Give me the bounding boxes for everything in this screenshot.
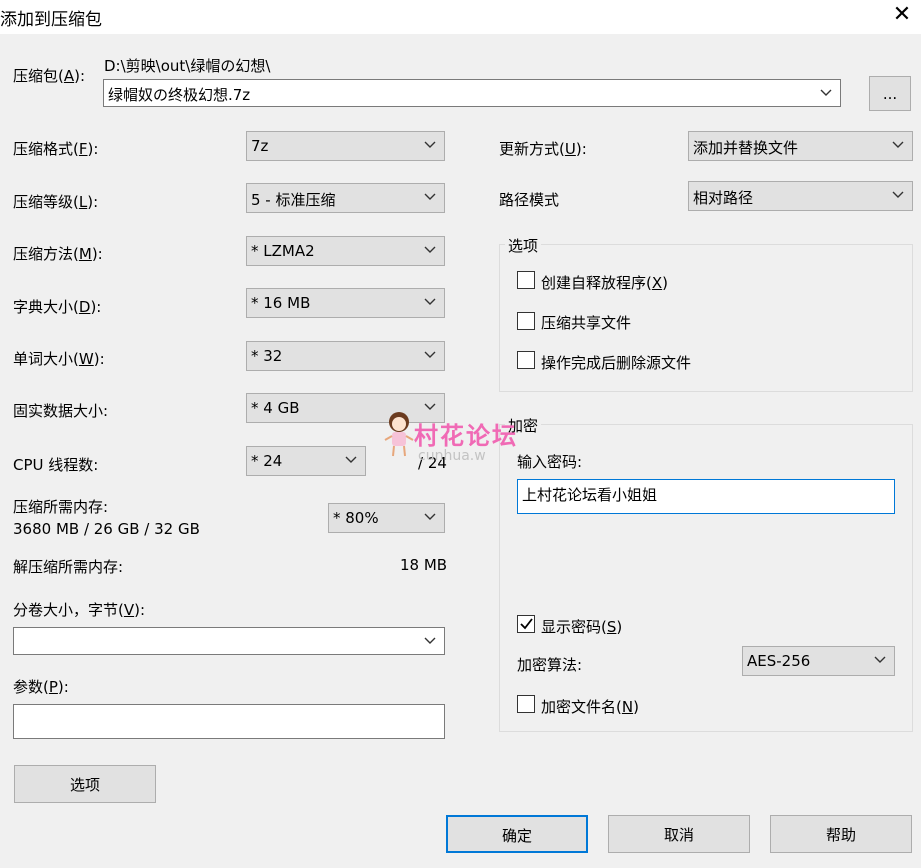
params-label: 参数(P): <box>13 678 69 696</box>
chevron-down-icon <box>423 294 437 308</box>
format-value: 7z <box>251 137 269 155</box>
cancel-button[interactable]: 取消 <box>608 815 750 853</box>
encrypt-names-checkbox[interactable] <box>517 695 535 713</box>
cpu-label: CPU 线程数: <box>13 456 99 474</box>
password-value: 上村花论坛看小姐姐 <box>522 486 658 504</box>
mem-comp-label: 压缩所需内存: <box>13 498 109 516</box>
options-button[interactable]: 选项 <box>14 765 156 803</box>
mem-decomp-value: 18 MB <box>400 556 448 574</box>
level-select[interactable]: 5 - 标准压缩 <box>246 183 445 213</box>
update-value: 添加并替换文件 <box>693 139 799 157</box>
path-mode-select[interactable]: 相对路径 <box>688 181 913 211</box>
format-label: 压缩格式(F): <box>13 140 99 158</box>
solid-label: 固实数据大小: <box>13 402 109 420</box>
cpu-value: * 24 <box>251 452 283 470</box>
volume-label: 分卷大小，字节(V): <box>13 601 146 619</box>
options-group-title: 选项 <box>505 235 542 256</box>
chevron-down-icon <box>423 137 437 151</box>
word-select[interactable]: * 32 <box>246 341 445 371</box>
show-password-checkbox[interactable] <box>517 615 535 633</box>
shared-checkbox[interactable] <box>517 312 535 330</box>
close-icon[interactable]: ✕ <box>884 0 920 32</box>
update-label: 更新方式(U): <box>499 140 587 158</box>
ok-button[interactable]: 确定 <box>446 815 588 853</box>
mem-comp-select[interactable]: * 80% <box>328 503 445 533</box>
watermark-url: cunhua.w <box>418 448 486 464</box>
sfx-checkbox[interactable] <box>517 271 535 289</box>
mem-comp-detail: 3680 MB / 26 GB / 32 GB <box>13 520 200 538</box>
title-bar: 添加到压缩包 ✕ <box>0 0 921 34</box>
method-label: 压缩方法(M): <box>13 245 103 263</box>
chevron-down-icon <box>344 452 358 466</box>
update-select[interactable]: 添加并替换文件 <box>688 131 913 161</box>
watermark-text: 村花论坛 <box>414 422 518 450</box>
dict-select[interactable]: * 16 MB <box>246 288 445 318</box>
level-label: 压缩等级(L): <box>13 193 99 211</box>
encrypt-names-label: 加密文件名(N) <box>541 698 639 716</box>
archive-name-value: 绿帽奴の终极幻想.7z <box>108 86 251 104</box>
chevron-down-icon <box>819 85 833 99</box>
word-value: * 32 <box>251 347 283 365</box>
level-value: 5 - 标准压缩 <box>251 191 336 209</box>
enc-method-value: AES-256 <box>747 652 811 670</box>
dict-label: 字典大小(D): <box>13 298 102 316</box>
params-input[interactable] <box>13 704 445 739</box>
path-mode-value: 相对路径 <box>693 189 754 207</box>
sfx-label: 创建自释放程序(X) <box>541 274 669 292</box>
window-title: 添加到压缩包 <box>0 10 102 30</box>
archive-path: D:\剪映\out\绿帽の幻想\ <box>104 57 271 75</box>
method-select[interactable]: * LZMA2 <box>246 236 445 266</box>
chevron-down-icon <box>873 652 887 666</box>
chevron-down-icon <box>423 633 437 647</box>
chevron-down-icon <box>423 189 437 203</box>
watermark-girl-icon <box>384 412 414 457</box>
browse-button[interactable]: ... <box>869 76 911 111</box>
archive-name-combo[interactable]: 绿帽奴の终极幻想.7z <box>103 79 841 107</box>
chevron-down-icon <box>423 347 437 361</box>
show-password-label: 显示密码(S) <box>541 618 623 636</box>
path-mode-label: 路径模式 <box>499 191 560 209</box>
cpu-select[interactable]: * 24 <box>246 446 366 476</box>
mem-decomp-label: 解压缩所需内存: <box>13 558 124 576</box>
chevron-down-icon <box>423 509 437 523</box>
enc-method-label: 加密算法: <box>517 656 583 674</box>
dict-value: * 16 MB <box>251 294 311 312</box>
chevron-down-icon <box>891 137 905 151</box>
method-value: * LZMA2 <box>251 242 315 260</box>
password-input[interactable]: 上村花论坛看小姐姐 <box>517 479 895 514</box>
delete-checkbox[interactable] <box>517 351 535 369</box>
checkmark-icon <box>520 618 533 630</box>
enc-method-select[interactable]: AES-256 <box>742 646 895 676</box>
volume-combo[interactable] <box>13 627 445 655</box>
format-select[interactable]: 7z <box>246 131 445 161</box>
archive-label: 压缩包(A): <box>13 67 86 85</box>
solid-value: * 4 GB <box>251 399 300 417</box>
chevron-down-icon <box>423 242 437 256</box>
watermark: 村花论坛 cunhua.w <box>384 408 544 468</box>
shared-label: 压缩共享文件 <box>541 314 632 332</box>
delete-label: 操作完成后删除源文件 <box>541 354 692 372</box>
chevron-down-icon <box>891 187 905 201</box>
mem-comp-value: * 80% <box>333 509 379 527</box>
word-label: 单词大小(W): <box>13 350 105 368</box>
help-button[interactable]: 帮助 <box>770 815 912 853</box>
